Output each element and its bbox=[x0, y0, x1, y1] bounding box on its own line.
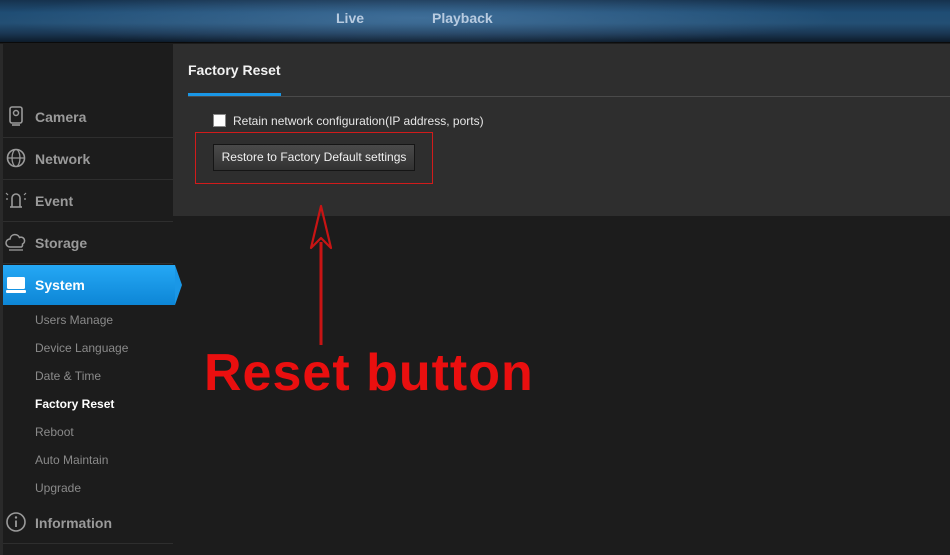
tab-factory-reset[interactable]: Factory Reset bbox=[188, 62, 281, 78]
annotation-arrow-icon bbox=[309, 204, 333, 345]
event-alarm-icon bbox=[5, 192, 27, 208]
subitem-auto-maintain[interactable]: Auto Maintain bbox=[35, 453, 108, 467]
sidebar-item-network[interactable]: Network bbox=[3, 138, 173, 180]
system-monitor-icon bbox=[6, 277, 26, 293]
retain-network-label: Retain network configuration(IP address,… bbox=[233, 114, 484, 128]
sidebar-item-information[interactable]: Information bbox=[3, 502, 173, 544]
top-navigation-bar: Live Playback bbox=[0, 0, 950, 43]
factory-reset-panel: Factory Reset Retain network configurati… bbox=[173, 44, 950, 216]
sidebar-item-label: Network bbox=[35, 151, 91, 167]
camera-icon bbox=[9, 106, 23, 126]
sidebar-item-label: Event bbox=[35, 193, 74, 209]
subitem-date-time[interactable]: Date & Time bbox=[35, 369, 101, 383]
subitem-factory-reset[interactable]: Factory Reset bbox=[35, 397, 114, 411]
sidebar-item-camera[interactable]: Camera bbox=[3, 96, 173, 138]
nav-playback[interactable]: Playback bbox=[432, 10, 493, 26]
sidebar-item-storage[interactable]: Storage bbox=[3, 222, 173, 264]
subitem-users-manage[interactable]: Users Manage bbox=[35, 313, 113, 327]
sidebar-item-system[interactable]: System bbox=[3, 265, 182, 305]
tab-divider bbox=[188, 96, 950, 97]
subitem-reboot[interactable]: Reboot bbox=[35, 425, 74, 439]
sidebar-item-label: Information bbox=[35, 515, 112, 531]
annotation-highlight-box bbox=[195, 132, 433, 184]
annotation-label: Reset button bbox=[204, 344, 534, 402]
retain-network-checkbox[interactable] bbox=[213, 114, 226, 127]
info-icon bbox=[6, 512, 26, 532]
sidebar: Camera Network Event Storage System User bbox=[0, 44, 182, 555]
nav-live[interactable]: Live bbox=[336, 10, 364, 26]
sidebar-item-label: Camera bbox=[35, 109, 87, 125]
network-globe-icon bbox=[6, 148, 26, 168]
subitem-upgrade[interactable]: Upgrade bbox=[35, 481, 81, 495]
sidebar-item-label: Storage bbox=[35, 235, 88, 251]
storage-cloud-icon bbox=[5, 233, 26, 251]
sidebar-item-label: System bbox=[35, 277, 85, 293]
sidebar-item-event[interactable]: Event bbox=[3, 180, 173, 222]
subitem-device-language[interactable]: Device Language bbox=[35, 341, 128, 355]
